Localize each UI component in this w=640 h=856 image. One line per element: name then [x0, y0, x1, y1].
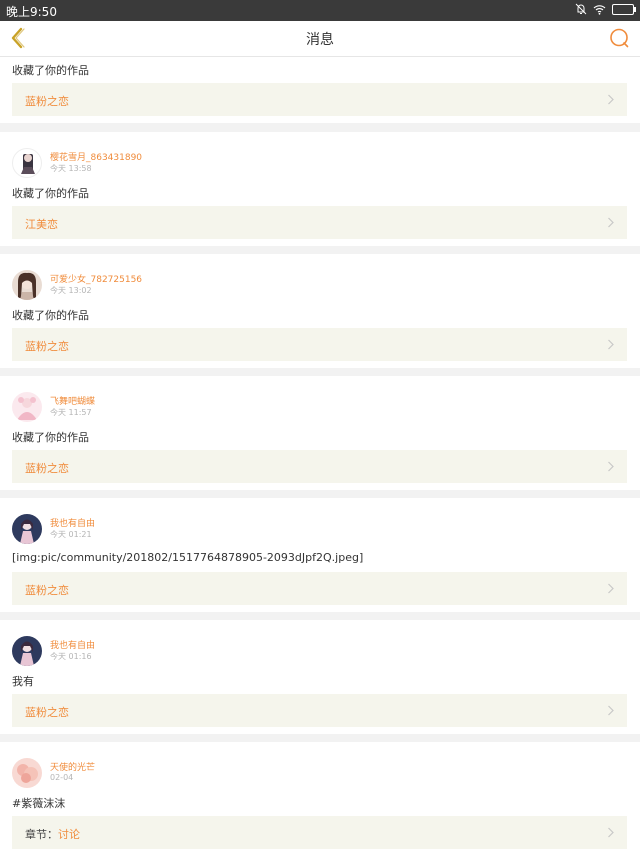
work-title: 蓝粉之恋: [25, 462, 69, 475]
chevron-right-icon: [608, 461, 614, 472]
message-item: 收藏了你的作品 蓝粉之恋: [0, 57, 640, 123]
message-text: 我有: [12, 675, 34, 688]
chevron-right-icon: [608, 217, 614, 228]
avatar[interactable]: [12, 636, 42, 666]
message-text: 收藏了你的作品: [12, 309, 89, 322]
timestamp: 02-04: [50, 773, 74, 782]
message-item: 樱花雪月_863431890 今天 13:58 收藏了你的作品 江美恋: [0, 132, 640, 246]
work-link[interactable]: 蓝粉之恋: [12, 572, 627, 605]
timestamp: 今天 13:02: [50, 286, 92, 295]
avatar[interactable]: [12, 514, 42, 544]
work-title: 蓝粉之恋: [25, 95, 69, 108]
message-item: 飞舞吧蝴蝶 今天 11:57 收藏了你的作品 蓝粉之恋: [0, 376, 640, 490]
username[interactable]: 可爱少女_782725156: [50, 272, 142, 285]
work-link[interactable]: 蓝粉之恋: [12, 83, 627, 116]
message-text: [img:pic/community/201802/1517764878905-…: [12, 551, 364, 564]
chapter-title: 讨论: [58, 828, 80, 841]
username[interactable]: 我也有自由: [50, 516, 95, 529]
message-item: 可爱少女_782725156 今天 13:02 收藏了你的作品 蓝粉之恋: [0, 254, 640, 368]
work-title: 蓝粉之恋: [25, 340, 69, 353]
chevron-right-icon: [608, 827, 614, 838]
work-link[interactable]: 蓝粉之恋: [12, 450, 627, 483]
chapter-link[interactable]: 章节：讨论: [12, 816, 627, 849]
message-text: 收藏了你的作品: [12, 64, 89, 77]
timestamp: 今天 01:16: [50, 652, 92, 661]
work-title: 蓝粉之恋: [25, 706, 69, 719]
notification-muted-icon: [575, 3, 587, 15]
username[interactable]: 飞舞吧蝴蝶: [50, 394, 95, 407]
top-navigation-bar: 消息: [0, 21, 640, 57]
username[interactable]: 樱花雪月_863431890: [50, 150, 142, 163]
chevron-right-icon: [608, 583, 614, 594]
username[interactable]: 我也有自由: [50, 638, 95, 651]
page-title: 消息: [306, 32, 334, 48]
message-item: 我也有自由 今天 01:21 [img:pic/community/201802…: [0, 498, 640, 612]
work-title: 蓝粉之恋: [25, 584, 69, 597]
status-time: 晚上9:50: [6, 5, 57, 19]
wifi-icon: [593, 4, 606, 15]
message-item: 天使的光芒 02-04 #紫薇沫沫 章节：讨论: [0, 742, 640, 856]
battery-icon: [612, 3, 636, 15]
chapter-label: 章节：讨论: [25, 826, 80, 842]
message-text: #紫薇沫沫: [12, 797, 66, 810]
avatar[interactable]: [12, 758, 42, 788]
message-text: 收藏了你的作品: [12, 187, 89, 200]
timestamp: 今天 01:21: [50, 530, 92, 539]
avatar[interactable]: [12, 392, 42, 422]
chevron-right-icon: [608, 705, 614, 716]
timestamp: 今天 11:57: [50, 408, 92, 417]
status-bar: 晚上9:50: [0, 0, 640, 21]
status-icons: [575, 3, 636, 15]
message-item: 我也有自由 今天 01:16 我有 蓝粉之恋: [0, 620, 640, 734]
avatar[interactable]: [12, 270, 42, 300]
chapter-prefix: 章节：: [25, 828, 58, 841]
message-text: 收藏了你的作品: [12, 431, 89, 444]
chevron-right-icon: [608, 339, 614, 350]
work-link[interactable]: 江美恋: [12, 206, 627, 239]
work-title: 江美恋: [25, 218, 58, 231]
chevron-right-icon: [608, 94, 614, 105]
timestamp: 今天 13:58: [50, 164, 92, 173]
chat-bubble-icon[interactable]: [608, 27, 630, 49]
work-link[interactable]: 蓝粉之恋: [12, 328, 627, 361]
avatar[interactable]: [12, 148, 42, 178]
username[interactable]: 天使的光芒: [50, 760, 95, 773]
work-link[interactable]: 蓝粉之恋: [12, 694, 627, 727]
